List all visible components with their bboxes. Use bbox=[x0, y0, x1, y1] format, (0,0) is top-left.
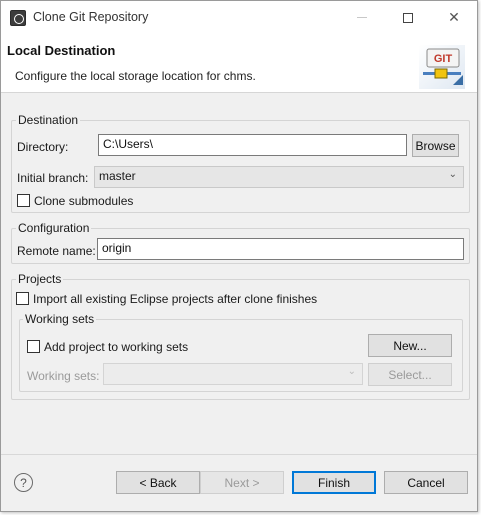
select-working-sets-button[interactable]: Select... bbox=[368, 363, 452, 386]
cancel-button[interactable]: Cancel bbox=[384, 471, 468, 494]
new-working-set-button[interactable]: New... bbox=[368, 334, 452, 357]
initial-branch-label: Initial branch: bbox=[17, 171, 89, 185]
title-bar[interactable]: Clone Git Repository ✕ bbox=[1, 1, 477, 34]
git-logo-icon: GIT bbox=[419, 45, 465, 89]
clone-submodules-checkbox[interactable] bbox=[17, 194, 30, 207]
wizard-header: Local Destination Configure the local st… bbox=[1, 34, 477, 93]
maximize-button[interactable] bbox=[385, 1, 431, 34]
close-button[interactable]: ✕ bbox=[431, 1, 477, 34]
page-description: Configure the local storage location for… bbox=[15, 69, 256, 83]
chevron-down-icon: ⌄ bbox=[448, 169, 457, 180]
help-icon[interactable]: ? bbox=[14, 473, 33, 492]
import-projects-label: Import all existing Eclipse projects aft… bbox=[33, 292, 318, 306]
remote-name-label: Remote name: bbox=[17, 244, 96, 258]
back-button[interactable]: < Back bbox=[116, 471, 200, 494]
remote-name-input[interactable]: origin bbox=[97, 238, 464, 260]
working-sets-select[interactable]: ⌄ bbox=[103, 363, 363, 385]
destination-legend: Destination bbox=[16, 113, 81, 127]
minimize-button[interactable] bbox=[339, 1, 385, 34]
clone-submodules-label: Clone submodules bbox=[34, 194, 134, 208]
next-button[interactable]: Next > bbox=[200, 471, 284, 494]
import-projects-checkbox[interactable] bbox=[16, 292, 29, 305]
working-sets-legend: Working sets bbox=[23, 312, 97, 326]
footer-separator bbox=[1, 454, 477, 455]
finish-button[interactable]: Finish bbox=[292, 471, 376, 494]
directory-label: Directory: bbox=[17, 140, 69, 154]
add-to-working-sets-label: Add project to working sets bbox=[44, 340, 189, 354]
maximize-icon bbox=[403, 12, 413, 23]
chevron-down-icon: ⌄ bbox=[347, 366, 356, 377]
git-logo-text: GIT bbox=[434, 53, 453, 65]
initial-branch-select[interactable]: master ⌄ bbox=[94, 166, 464, 188]
remote-name-value: origin bbox=[102, 241, 132, 255]
minimize-icon bbox=[357, 17, 367, 18]
clone-git-repository-dialog: Clone Git Repository ✕ Local Destination… bbox=[0, 0, 478, 512]
working-sets-label: Working sets: bbox=[27, 369, 100, 383]
directory-value: C:\Users\ bbox=[103, 137, 154, 151]
page-title: Local Destination bbox=[7, 43, 116, 58]
eclipse-app-icon bbox=[10, 10, 26, 26]
close-icon: ✕ bbox=[448, 9, 460, 25]
browse-button[interactable]: Browse bbox=[412, 134, 459, 157]
configuration-legend: Configuration bbox=[16, 221, 92, 235]
projects-legend: Projects bbox=[16, 272, 64, 286]
directory-input[interactable]: C:\Users\ bbox=[98, 134, 407, 156]
add-to-working-sets-checkbox[interactable] bbox=[27, 340, 40, 353]
initial-branch-value: master bbox=[99, 169, 136, 183]
window-title: Clone Git Repository bbox=[33, 10, 149, 24]
